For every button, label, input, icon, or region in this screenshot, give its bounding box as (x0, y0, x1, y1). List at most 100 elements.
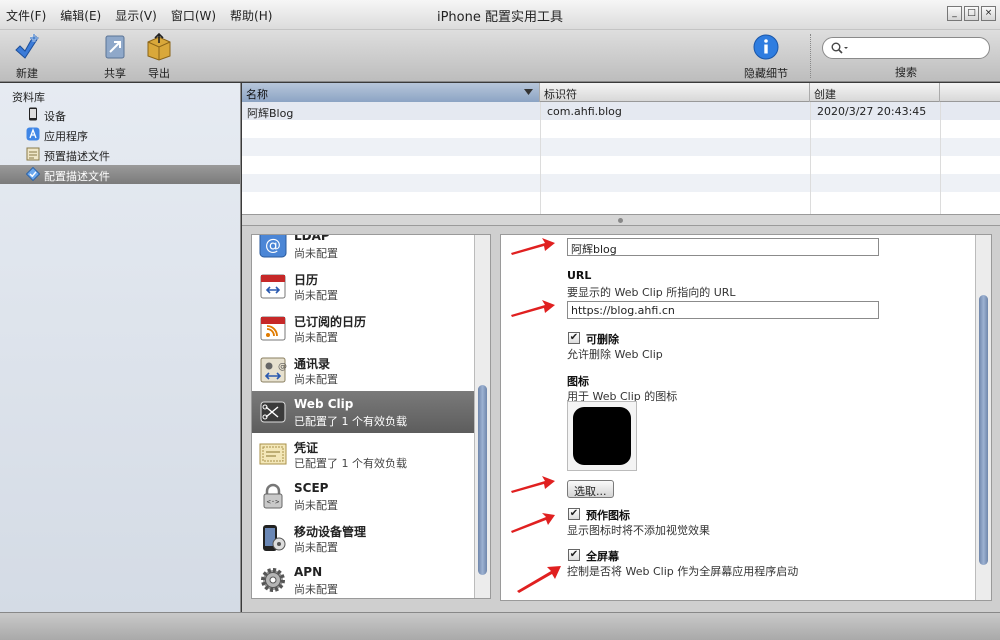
removable-label: 可删除 (586, 333, 619, 346)
column-header-name[interactable]: 名称 (242, 83, 540, 102)
new-label: 新建 (16, 67, 38, 80)
payload-name: 通讯录 (294, 357, 331, 371)
settings-scrollbar[interactable] (975, 235, 991, 600)
search-icon (831, 42, 848, 54)
cell-identifier: com.ahfi.blog (547, 105, 622, 118)
minimize-button[interactable]: _ (947, 6, 962, 21)
payload-status: 尚未配置 (294, 373, 338, 386)
choose-icon-button[interactable]: 选取... (567, 480, 614, 498)
table-row-empty (242, 138, 1000, 156)
menu-help[interactable]: 帮助(H) (230, 7, 272, 24)
phone-icon (29, 107, 37, 121)
payload-item-mdm[interactable]: 移动设备管理 尚未配置 (252, 517, 474, 559)
column-divider (940, 102, 941, 214)
url-title: URL (567, 269, 592, 282)
sidebar-item-provisioning-profiles[interactable]: 预置描述文件 (0, 145, 240, 164)
export-label: 导出 (148, 67, 170, 80)
share-icon (105, 35, 125, 59)
payload-item-calendar[interactable]: 日历 尚未配置 (252, 265, 474, 307)
web-clip-settings: 阿辉blog URL 要显示的 Web Clip 所指向的 URL https:… (500, 234, 992, 601)
column-header-label: 创建 (814, 88, 836, 101)
payload-status: 尚未配置 (294, 541, 338, 554)
search-label: 搜索 (895, 66, 917, 79)
label-field[interactable]: 阿辉blog (567, 238, 879, 256)
export-button[interactable]: 导出 (136, 32, 182, 81)
maximize-button[interactable]: □ (964, 6, 979, 21)
payload-item-credentials[interactable]: 凭证 已配置了 1 个有效负载 (252, 433, 474, 475)
new-profile-icon (15, 34, 39, 59)
annotation-arrow-icon (511, 476, 555, 493)
gear-icon (261, 568, 285, 592)
payload-name: 凭证 (294, 441, 319, 455)
close-button[interactable]: × (981, 6, 996, 21)
scep-lock-icon: <·> (263, 483, 283, 509)
pane-splitter[interactable] (242, 214, 1000, 226)
icon-image-well[interactable] (567, 401, 637, 471)
table-row-empty (242, 174, 1000, 192)
provisioning-profile-icon (26, 147, 40, 161)
title-bar: 文件(F) 编辑(E) 显示(V) 窗口(W) 帮助(H) iPhone 配置实… (0, 0, 1000, 30)
url-field[interactable]: https://blog.ahfi.cn (567, 301, 879, 319)
ldap-icon: @ (259, 235, 287, 258)
menu-view[interactable]: 显示(V) (115, 7, 157, 24)
url-description: 要显示的 Web Clip 所指向的 URL (567, 286, 736, 299)
toolbar-separator (810, 34, 811, 78)
splitter-grip (618, 218, 623, 223)
payload-item-contacts[interactable]: @ 通讯录 尚未配置 (252, 349, 474, 391)
payload-status: 尚未配置 (294, 499, 338, 512)
icon-title: 图标 (567, 375, 589, 388)
precomposed-checkbox[interactable]: ✔ (568, 508, 580, 520)
column-divider (540, 102, 541, 214)
annotation-arrow-icon (511, 238, 555, 255)
menu-window[interactable]: 窗口(W) (171, 7, 216, 24)
sidebar-item-devices[interactable]: 设备 (0, 105, 240, 124)
column-header-identifier[interactable]: 标识符 (540, 83, 810, 102)
column-header-label: 名称 (246, 88, 268, 101)
annotation-arrow-icon (517, 566, 561, 593)
menu-edit[interactable]: 编辑(E) (60, 7, 101, 24)
profile-editor: @ LDAP 尚未配置 日历 尚未配置 已订阅的日历 尚未配置 @ 通讯录 尚未… (242, 226, 1000, 612)
payload-status: 尚未配置 (294, 583, 338, 596)
fullscreen-checkbox[interactable]: ✔ (568, 549, 580, 561)
payload-list-scrollbar[interactable] (474, 235, 490, 598)
status-bar (0, 612, 1000, 640)
share-button[interactable]: 共享 (92, 32, 138, 81)
hide-details-button[interactable]: 隐藏细节 (742, 32, 790, 81)
fullscreen-label: 全屏幕 (586, 550, 619, 563)
library-sidebar: 资料库 设备 应用程序 预置描述文件 配置描述文件 (0, 83, 241, 612)
payload-item-subscribed-calendar[interactable]: 已订阅的日历 尚未配置 (252, 307, 474, 349)
payload-item-scep[interactable]: <·> SCEP 尚未配置 (252, 475, 474, 517)
precomposed-label: 预作图标 (586, 509, 630, 522)
search-input[interactable] (822, 37, 990, 59)
library-heading: 资料库 (12, 91, 45, 104)
removable-checkbox[interactable]: ✔ (568, 332, 580, 344)
new-button[interactable]: 新建 (4, 32, 50, 81)
payload-item-web-clip[interactable]: Web Clip 已配置了 1 个有效负载 (252, 391, 474, 433)
web-clip-icon (260, 401, 286, 423)
payload-status: 尚未配置 (294, 331, 338, 344)
sidebar-item-applications[interactable]: 应用程序 (0, 125, 240, 144)
column-header-label: 标识符 (544, 88, 577, 101)
sidebar-item-configuration-profiles[interactable]: 配置描述文件 (0, 165, 240, 184)
menu-file[interactable]: 文件(F) (6, 7, 46, 24)
scrollbar-thumb[interactable] (979, 295, 988, 565)
sort-descending-icon (524, 89, 533, 95)
window-controls: _ □ × (947, 6, 996, 21)
toolbar: 新建 共享 导出 隐藏细节 搜索 (0, 30, 1000, 82)
cell-name: 阿辉Blog (247, 107, 294, 120)
payload-item-apn[interactable]: APN 尚未配置 (252, 559, 474, 598)
fullscreen-description: 控制是否将 Web Clip 作为全屏幕应用程序启动 (567, 565, 799, 578)
scrollbar-thumb[interactable] (478, 385, 487, 575)
web-clip-icon-preview (573, 407, 631, 465)
column-header-created[interactable]: 创建 (810, 83, 940, 102)
svg-text:@: @ (278, 362, 287, 372)
hide-details-label: 隐藏细节 (744, 67, 788, 80)
profiles-table: 名称 标识符 创建 阿辉Blog com.ahfi.blog 2020/3/27… (242, 83, 1000, 214)
payload-name: 日历 (294, 273, 319, 287)
subscribed-calendar-icon (260, 316, 286, 341)
payload-name: APN (294, 565, 323, 579)
certificate-icon (259, 443, 287, 465)
payload-name: Web Clip (294, 397, 354, 411)
payload-item-ldap[interactable]: @ LDAP 尚未配置 (252, 235, 474, 265)
annotation-arrow-icon (511, 513, 555, 533)
